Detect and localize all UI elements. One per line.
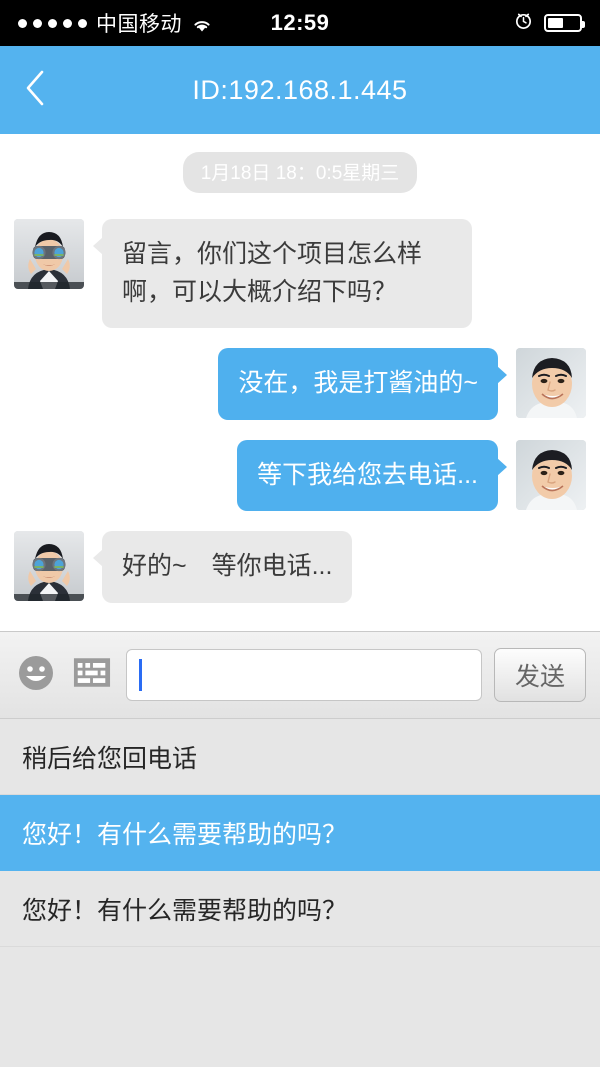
man-with-binoculars-avatar[interactable] [14,531,84,601]
status-bar-clock: 12:59 [270,10,330,35]
message-input-bar: 发送 [0,631,600,719]
table-row: 等下我给您去电话... [0,439,600,511]
keyboard-icon [73,657,111,693]
smiling-man-portrait-avatar[interactable] [516,439,586,510]
message-bubble-outgoing: 没在，我是打酱油的~ [218,348,507,420]
keyboard-button[interactable] [70,653,114,697]
timestamp-row: 1月18日 18：0:5星期三 [0,152,600,193]
emoji-button[interactable] [14,653,58,697]
conversation-timestamp: 1月18日 18：0:5星期三 [182,152,418,193]
quick-reply-item-3[interactable] [0,947,600,1023]
table-row: 没在，我是打酱油的~ [0,348,600,420]
quick-reply-item-0[interactable]: 稍后给您回电话 [0,719,600,795]
smiley-face-icon [16,653,56,698]
chevron-left-icon [23,68,47,113]
status-bar: 中国移动 12:59 [0,0,600,46]
quick-reply-list: 稍后给您回电话 您好！有什么需要帮助的吗？ 您好！有什么需要帮助的吗？ [0,719,600,1067]
navigation-header: ID:192.168.1.445 [0,46,600,134]
quick-reply-item-2[interactable]: 您好！有什么需要帮助的吗？ [0,871,600,947]
status-bar-right [514,11,585,36]
message-list[interactable]: 1月18日 18：0:5星期三 留言，你们这个项目怎么样啊，可以大概介绍下吗？ … [0,134,600,631]
quick-reply-item-1[interactable]: 您好！有什么需要帮助的吗？ [0,795,600,871]
message-input[interactable] [126,649,482,701]
alarm-clock-icon [514,11,533,36]
send-button[interactable]: 发送 [494,648,586,702]
man-with-binoculars-avatar[interactable] [14,219,84,289]
message-bubble-incoming: 好的~ 等你电话... [92,531,353,603]
text-cursor [139,659,142,691]
page-title: ID:192.168.1.445 [192,74,408,105]
table-row: 好的~ 等你电话... [0,531,600,603]
message-bubble-outgoing: 等下我给您去电话... [237,439,507,511]
message-bubble-incoming: 留言，你们这个项目怎么样啊，可以大概介绍下吗？ [93,219,472,328]
back-button[interactable] [0,46,70,134]
quick-reply-list-padding [0,1023,600,1067]
table-row: 留言，你们这个项目怎么样啊，可以大概介绍下吗？ [0,219,600,328]
battery-icon [544,14,585,32]
smiling-man-portrait-avatar[interactable] [516,348,586,418]
chat-screen: 中国移动 12:59 ID:192.168.1.445 1月18日 18：0:5… [0,0,600,1067]
